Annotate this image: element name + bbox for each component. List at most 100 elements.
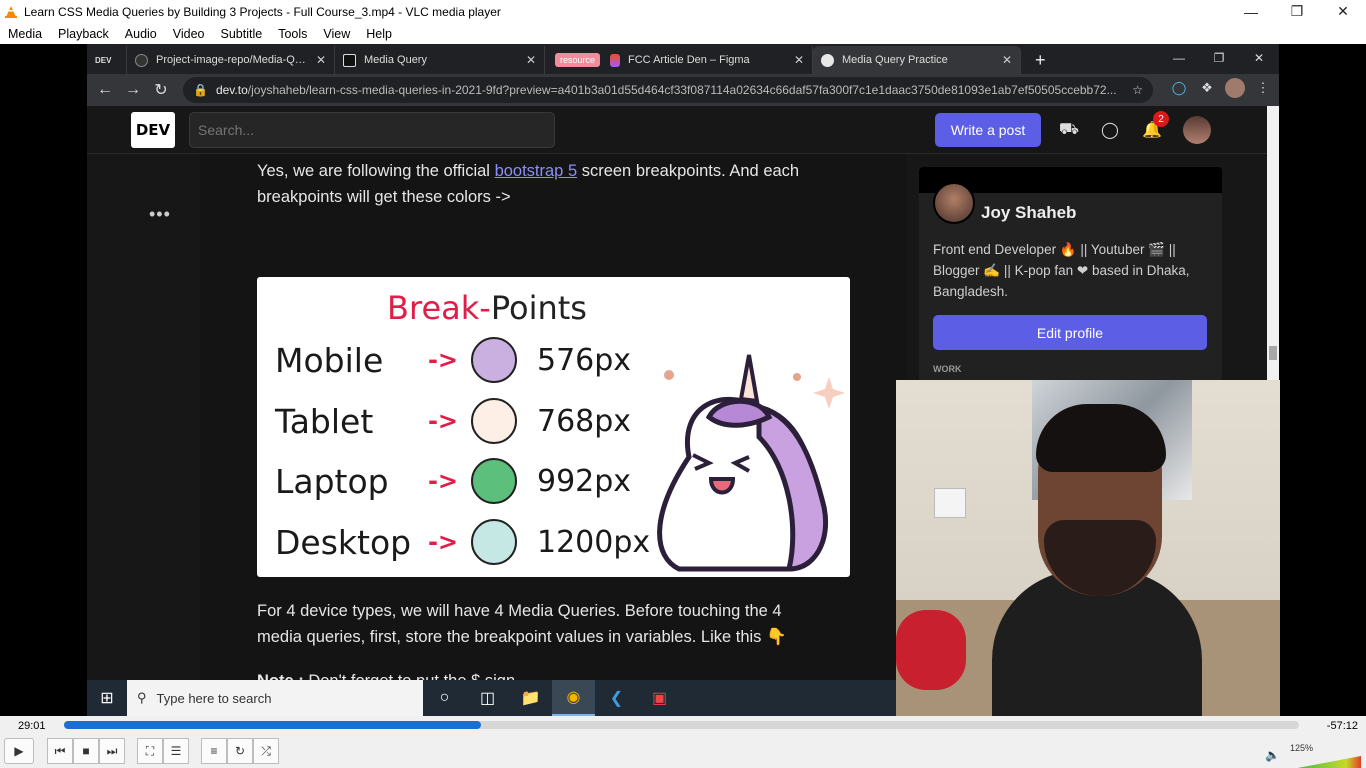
write-post-button[interactable]: Write a post — [935, 113, 1041, 147]
stop-button[interactable]: ■ — [73, 738, 99, 764]
article-body: Yes, we are following the official boots… — [200, 154, 907, 716]
presenter-hair — [1036, 404, 1166, 472]
close-icon[interactable]: ✕ — [794, 53, 804, 67]
bookmark-star-icon[interactable]: ☆ — [1132, 83, 1143, 97]
seek-slider[interactable] — [64, 721, 1299, 729]
breakpoint-value: 576px — [537, 342, 632, 378]
profile-name[interactable]: Joy Shaheb — [981, 203, 1076, 223]
new-tab-button[interactable]: + — [1035, 46, 1046, 74]
taskbar-search-placeholder: Type here to search — [156, 690, 272, 706]
tab-group-label[interactable]: resource — [555, 53, 601, 67]
seek-progress — [64, 721, 482, 729]
breakpoint-value: 992px — [537, 463, 632, 499]
close-icon[interactable]: ✕ — [526, 53, 536, 67]
menu-audio[interactable]: Audio — [117, 27, 165, 41]
menu-tools[interactable]: Tools — [270, 27, 315, 41]
color-swatch — [471, 458, 517, 504]
back-icon[interactable]: ← — [91, 76, 119, 104]
profile-card: Joy Shaheb Front end Developer 🔥 || Yout… — [919, 167, 1222, 382]
browser-restore-button[interactable]: ❐ — [1199, 44, 1239, 72]
tab-codepen[interactable]: Media Query ✕ — [335, 46, 545, 74]
shield-icon[interactable]: ⛟ — [1057, 118, 1081, 142]
screen-recorder-icon[interactable]: ▣ — [638, 680, 681, 716]
volume-slider[interactable] — [1287, 756, 1361, 768]
breakpoint-name: Tablet — [275, 401, 374, 441]
search-input[interactable] — [189, 112, 555, 148]
breakpoint-row-desktop: Desktop -> 1200px — [275, 512, 655, 572]
playlist-button[interactable]: ≡ — [201, 738, 227, 764]
bootstrap-link[interactable]: bootstrap 5 — [495, 162, 578, 180]
tab-github[interactable]: Project-image-repo/Media-Quer ✕ — [127, 46, 335, 74]
breakpoint-row-tablet: Tablet -> 768px — [275, 391, 655, 451]
unicorn-illustration — [657, 354, 845, 572]
profile-avatar-icon[interactable] — [1225, 78, 1245, 98]
close-button[interactable]: ✕ — [1320, 0, 1366, 23]
scrollbar-thumb[interactable] — [1269, 346, 1277, 360]
video-area[interactable]: DEV Project-image-repo/Media-Quer ✕ Medi… — [0, 44, 1366, 716]
avatar[interactable] — [933, 182, 975, 224]
figma-icon — [610, 53, 621, 67]
tab-label: DEV — [95, 55, 112, 65]
fullscreen-button[interactable]: ⛶ — [137, 738, 163, 764]
windows-start-icon[interactable]: ⊞ — [87, 680, 127, 716]
tab-media-query-practice[interactable]: Media Query Practice ✕ — [813, 46, 1021, 74]
browser-minimize-button[interactable]: — — [1159, 44, 1199, 72]
play-button[interactable]: ▶ — [4, 738, 34, 764]
menu-playback[interactable]: Playback — [50, 27, 117, 41]
reload-icon[interactable]: ↻ — [147, 76, 175, 104]
close-icon[interactable]: ✕ — [316, 53, 326, 67]
color-swatch — [471, 337, 517, 383]
forward-icon[interactable]: → — [119, 76, 147, 104]
url-field[interactable]: 🔒 dev.to /joyshaheb/learn-css-media-quer… — [183, 77, 1153, 103]
tab-dev-pinned[interactable]: DEV — [87, 46, 127, 74]
arrow-icon: -> — [427, 407, 459, 435]
file-explorer-icon[interactable]: 📁 — [509, 680, 552, 716]
breakpoint-value: 1200px — [537, 524, 651, 560]
shuffle-button[interactable]: ⤮ — [253, 738, 279, 764]
tab-label: Media Query — [364, 54, 427, 66]
menu-view[interactable]: View — [315, 27, 358, 41]
previous-button[interactable]: ⏮ — [47, 738, 73, 764]
tab-figma[interactable]: resource FCC Article Den – Figma ✕ — [545, 46, 813, 74]
cortana-icon[interactable]: ○ — [423, 680, 466, 716]
vscode-icon[interactable]: ❮ — [595, 680, 638, 716]
time-remaining[interactable]: -57:12 — [1327, 720, 1358, 732]
extended-settings-button[interactable]: ☰ — [163, 738, 189, 764]
chrome-icon[interactable]: ◉ — [552, 680, 595, 716]
minimize-button[interactable]: — — [1228, 0, 1274, 23]
breakpoint-value: 768px — [537, 403, 632, 439]
extension-color-icon[interactable]: ◯ — [1169, 78, 1189, 98]
browser-menu-icon[interactable]: ⋮ — [1253, 78, 1273, 98]
speaker-icon[interactable]: 🔈 — [1265, 748, 1280, 762]
codepen-icon — [343, 53, 356, 67]
menu-help[interactable]: Help — [358, 27, 400, 41]
menu-subtitle[interactable]: Subtitle — [213, 27, 271, 41]
chat-icon[interactable]: ◯ — [1098, 118, 1122, 142]
avatar[interactable] — [1183, 116, 1211, 144]
more-options-icon[interactable]: ••• — [149, 204, 171, 225]
taskbar-search[interactable]: ⚲ Type here to search — [127, 680, 423, 716]
maximize-button[interactable]: ❐ — [1274, 0, 1320, 23]
menu-video[interactable]: Video — [165, 27, 213, 41]
next-button[interactable]: ⏭ — [99, 738, 125, 764]
breakpoint-name: Mobile — [275, 340, 384, 380]
profile-bio: Front end Developer 🔥 || Youtuber 🎬 || B… — [933, 242, 1190, 299]
task-view-icon[interactable]: ◫ — [466, 680, 509, 716]
edit-profile-button[interactable]: Edit profile — [933, 315, 1207, 350]
loop-button[interactable]: ↻ — [227, 738, 253, 764]
title-rest-part: Points — [490, 289, 587, 327]
breakpoint-row-laptop: Laptop -> 992px — [275, 451, 655, 511]
breakpoint-name: Desktop — [275, 522, 412, 562]
extensions-puzzle-icon[interactable]: ❖ — [1197, 78, 1217, 98]
close-icon[interactable]: ✕ — [1002, 53, 1012, 67]
menu-media[interactable]: Media — [0, 27, 50, 41]
url-path: /joyshaheb/learn-css-media-queries-in-20… — [247, 83, 1117, 97]
lock-icon: 🔒 — [193, 83, 208, 97]
breakpoint-name: Laptop — [275, 461, 389, 501]
color-swatch — [471, 519, 517, 565]
dev-logo[interactable]: DEV — [131, 112, 175, 148]
browser-close-button[interactable]: ✕ — [1239, 44, 1279, 72]
breakpoint-row-mobile: Mobile -> 576px — [275, 330, 655, 390]
tab-label: FCC Article Den – Figma — [628, 54, 750, 66]
notification-count-badge: 2 — [1153, 111, 1169, 127]
